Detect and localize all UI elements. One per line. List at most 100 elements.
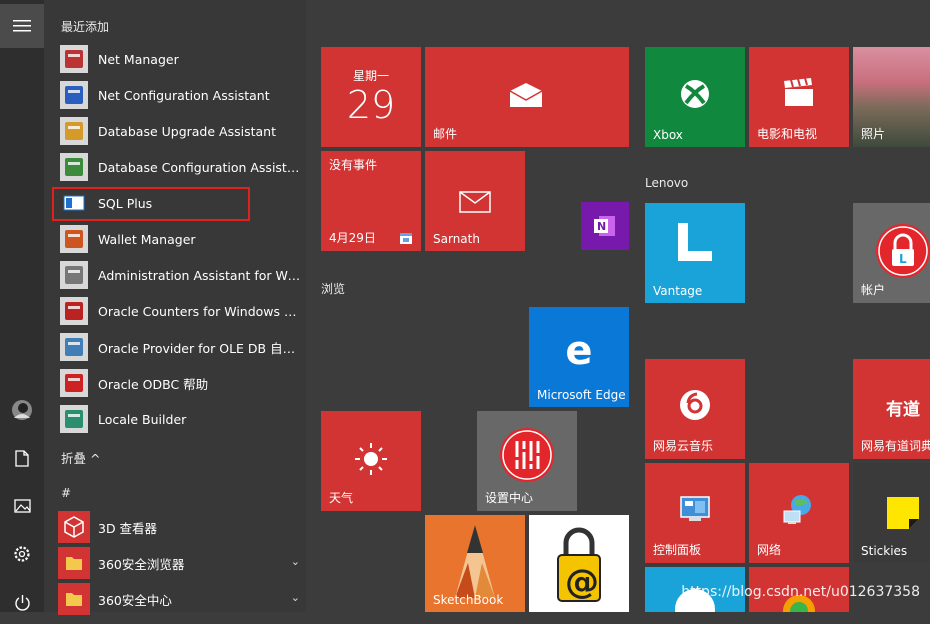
sarnath-tile[interactable]: Sarnath bbox=[425, 151, 525, 251]
mail-tile[interactable]: 邮件 bbox=[425, 47, 629, 147]
3d-viewer-icon bbox=[58, 511, 90, 543]
app-item[interactable]: Oracle ODBC 帮助 bbox=[58, 365, 308, 401]
chevron-down-icon[interactable]: ⌄ bbox=[291, 591, 300, 604]
picture-icon bbox=[13, 499, 31, 513]
stickies-tile[interactable]: Stickies bbox=[853, 463, 930, 563]
account-tile[interactable]: L 帐户 bbox=[853, 203, 930, 303]
app-item-label: Net Manager bbox=[98, 51, 179, 67]
odbc-help-icon bbox=[58, 367, 90, 399]
stickies-tile-label: Stickies bbox=[861, 544, 908, 558]
youdao-tile[interactable]: 有道 网易有道词典 bbox=[853, 359, 930, 459]
hash-header[interactable]: # bbox=[61, 486, 71, 500]
events-tile[interactable]: 没有事件 4月29日 bbox=[321, 151, 421, 251]
email-app-tile[interactable]: @ bbox=[529, 515, 629, 612]
xbox-icon bbox=[681, 80, 709, 108]
xbox-tile[interactable]: Xbox bbox=[645, 47, 745, 147]
hamburger-icon bbox=[13, 20, 31, 32]
collapse-button[interactable]: 折叠 ^ bbox=[61, 448, 100, 467]
vantage-tile[interactable]: Vantage bbox=[645, 203, 745, 303]
pencil-icon bbox=[455, 525, 495, 598]
network-globe-icon bbox=[783, 495, 811, 524]
account-tile-label: 帐户 bbox=[861, 283, 886, 297]
app-item[interactable]: Oracle Provider for OLE DB 自述... bbox=[58, 329, 308, 365]
app-item-label: Database Configuration Assistant bbox=[98, 159, 301, 175]
app-item-label: Locale Builder bbox=[98, 411, 187, 427]
event-date-label: 4月29日 bbox=[329, 231, 376, 245]
chevron-down-icon[interactable]: ⌄ bbox=[291, 555, 300, 568]
hamburger-menu-button[interactable] bbox=[0, 4, 44, 48]
padlock-at-icon: @ bbox=[557, 527, 601, 602]
edge-tile-label: Microsoft Edge bbox=[537, 388, 626, 402]
vantage-tile-label: Vantage bbox=[653, 284, 703, 298]
weather-tile-label: 天气 bbox=[329, 491, 354, 505]
recent-header: 最近添加 bbox=[61, 20, 110, 34]
settings-button[interactable] bbox=[0, 532, 44, 576]
app-item[interactable]: Net Manager bbox=[58, 41, 308, 77]
movies-tile[interactable]: 电影和电视 bbox=[749, 47, 849, 147]
oracle-provider-icon bbox=[58, 331, 90, 363]
control-panel-icon bbox=[680, 496, 710, 521]
oracle-counters-icon bbox=[58, 295, 90, 327]
net-manager-icon bbox=[58, 43, 90, 75]
netease-music-tile[interactable]: 网易云音乐 bbox=[645, 359, 745, 459]
control-panel-tile[interactable]: 控制面板 bbox=[645, 463, 745, 563]
edge-icon: e bbox=[565, 328, 593, 374]
control-panel-label: 控制面板 bbox=[653, 543, 702, 557]
user-avatar-button[interactable] bbox=[0, 388, 44, 432]
app-item[interactable]: Database Upgrade Assistant bbox=[58, 113, 308, 149]
mail-icon bbox=[509, 83, 543, 107]
svg-text:L: L bbox=[899, 252, 907, 266]
sun-icon bbox=[355, 443, 387, 475]
photos-tile[interactable]: 照片 bbox=[853, 47, 930, 147]
group-lenovo: Lenovo bbox=[645, 176, 689, 190]
power-button[interactable] bbox=[0, 580, 44, 624]
pictures-button[interactable] bbox=[0, 484, 44, 528]
settings-center-tile[interactable]: 设置中心 bbox=[477, 411, 577, 511]
app-item-label: Database Upgrade Assistant bbox=[98, 123, 276, 139]
documents-button[interactable] bbox=[0, 436, 44, 480]
youdao-tile-label: 网易有道词典 bbox=[861, 439, 930, 453]
svg-text:@: @ bbox=[565, 562, 599, 602]
equalizer-icon bbox=[500, 428, 554, 482]
db-config-icon bbox=[58, 151, 90, 183]
svg-text:N: N bbox=[597, 220, 606, 233]
sketchbook-tile-label: SketchBook bbox=[433, 593, 504, 607]
app-item[interactable]: Net Configuration Assistant bbox=[58, 77, 308, 113]
movies-tile-label: 电影和电视 bbox=[757, 127, 818, 141]
app-item[interactable]: Oracle Counters for Windows Per... bbox=[58, 293, 308, 329]
network-tile-label: 网络 bbox=[757, 543, 782, 557]
gear-icon bbox=[14, 546, 30, 562]
app-item[interactable]: Wallet Manager bbox=[58, 221, 308, 257]
netease-music-label: 网易云音乐 bbox=[653, 439, 714, 453]
app-item-label: Administration Assistant for Win... bbox=[98, 267, 301, 283]
sarnath-tile-label: Sarnath bbox=[433, 232, 480, 246]
calendar-day: 星期一 bbox=[352, 69, 389, 83]
app-list: 最近添加 Net Manager Net Configuration Assist… bbox=[44, 0, 308, 615]
edge-tile[interactable]: e Microsoft Edge bbox=[529, 307, 629, 407]
app-item[interactable]: 3D 查看器 bbox=[58, 509, 308, 545]
app-item[interactable]: Locale Builder bbox=[58, 401, 308, 437]
app-item[interactable]: 360安全浏览器 ⌄ bbox=[58, 545, 308, 581]
weather-tile[interactable]: 天气 bbox=[321, 411, 421, 511]
youdao-logo-icon: 有道 bbox=[886, 400, 920, 420]
document-icon bbox=[15, 449, 29, 467]
power-icon bbox=[14, 594, 30, 611]
app-item-label: Net Configuration Assistant bbox=[98, 87, 270, 103]
db-upgrade-icon bbox=[58, 115, 90, 147]
app-item-label: Oracle Counters for Windows Per... bbox=[98, 303, 301, 319]
start-rail bbox=[0, 0, 44, 612]
calendar-tile[interactable]: 星期一 29 bbox=[321, 47, 421, 147]
onenote-icon: N bbox=[594, 216, 615, 236]
admin-assistant-icon bbox=[58, 259, 90, 291]
network-tile[interactable]: 网络 bbox=[749, 463, 849, 563]
app-item[interactable]: Administration Assistant for Win... bbox=[58, 257, 308, 293]
app-item[interactable]: Database Configuration Assistant bbox=[58, 149, 308, 185]
no-events-label: 没有事件 bbox=[329, 158, 378, 172]
watermark-text: https://blog.csdn.net/u012637358 bbox=[681, 584, 920, 600]
folder-icon bbox=[58, 583, 90, 615]
lock-account-icon: L bbox=[876, 224, 930, 278]
calendar-small-icon bbox=[400, 233, 412, 244]
group-browse: 浏览 bbox=[321, 282, 346, 296]
sketchbook-tile[interactable]: SketchBook bbox=[425, 515, 525, 612]
onenote-tile[interactable]: N bbox=[581, 202, 629, 250]
